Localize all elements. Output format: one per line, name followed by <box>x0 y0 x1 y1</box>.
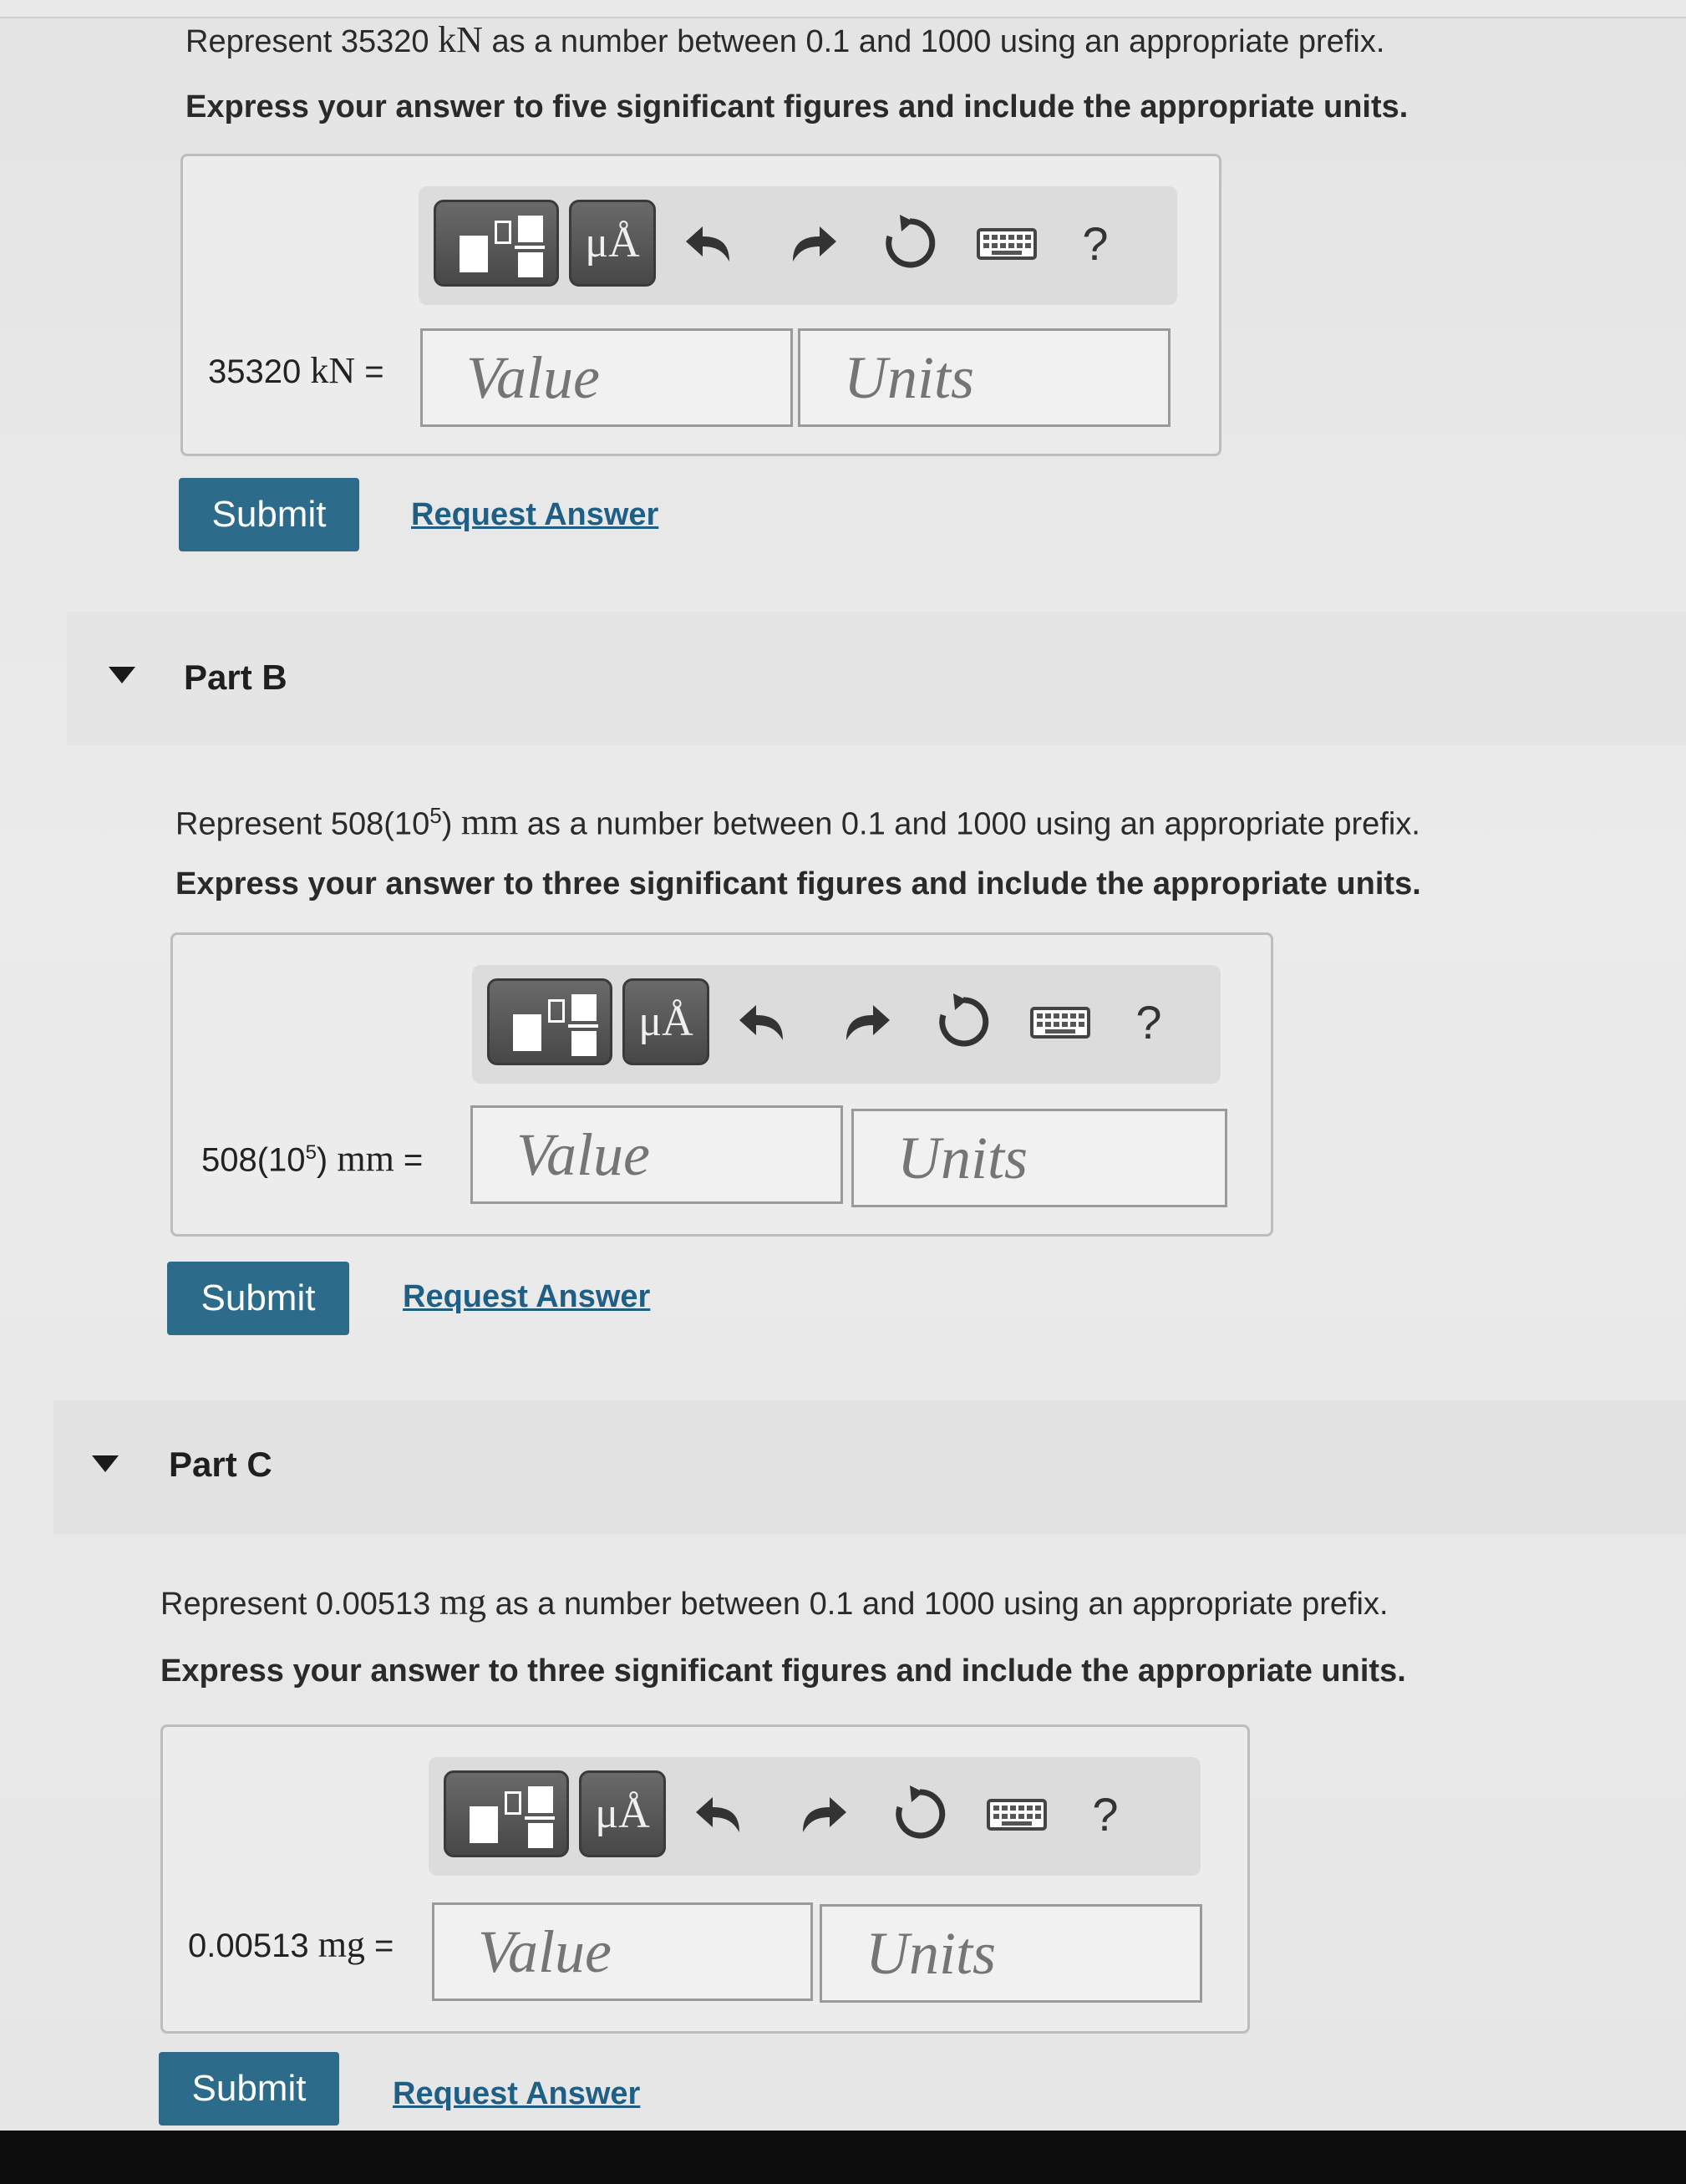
template-button[interactable] <box>434 200 559 287</box>
redo-button[interactable] <box>831 988 898 1055</box>
request-answer-link[interactable]: Request Answer <box>411 496 658 533</box>
help-icon[interactable]: ? <box>1124 985 1174 1060</box>
redo-button[interactable] <box>778 210 845 277</box>
reset-button[interactable] <box>930 988 997 1055</box>
equation-toolbar: μÅ ? <box>472 965 1221 1084</box>
value-input[interactable] <box>470 1105 843 1204</box>
question-text: Represent 508(105) mm as a number betwee… <box>175 801 1420 843</box>
answer-box: μÅ ? 508(105) mm = <box>170 932 1273 1237</box>
request-answer-link[interactable]: Request Answer <box>403 1278 650 1315</box>
undo-button[interactable] <box>731 988 798 1055</box>
redo-button[interactable] <box>788 1780 855 1847</box>
reset-icon <box>896 1785 946 1839</box>
keyboard-button[interactable] <box>1027 988 1094 1055</box>
reset-icon <box>939 993 989 1047</box>
part-c-header[interactable]: Part C <box>53 1400 1686 1534</box>
units-button[interactable]: μÅ <box>622 978 709 1065</box>
question-instruction: Express your answer to three significant… <box>175 866 1421 902</box>
redo-icon <box>803 1797 846 1832</box>
units-input[interactable] <box>820 1904 1202 2003</box>
top-rule <box>0 0 1686 18</box>
units-icon: μÅ <box>595 1790 650 1837</box>
keyboard-icon <box>977 228 1037 260</box>
template-button[interactable] <box>444 1770 569 1857</box>
equation-label: 35320 kN = <box>208 350 384 391</box>
template-button[interactable] <box>487 978 612 1065</box>
undo-button[interactable] <box>688 1780 754 1847</box>
redo-icon <box>793 226 836 262</box>
undo-icon <box>739 1005 783 1040</box>
keyboard-button[interactable] <box>983 1780 1050 1847</box>
help-icon[interactable]: ? <box>1070 206 1120 282</box>
reset-icon <box>886 215 936 268</box>
part-title: Part C <box>169 1445 272 1484</box>
caret-down-icon <box>92 1455 119 1472</box>
part-b-header[interactable]: Part B <box>67 612 1686 745</box>
screen-bezel <box>0 2131 1686 2184</box>
units-button[interactable]: μÅ <box>569 200 656 287</box>
question-instruction: Express your answer to five significant … <box>185 89 1409 124</box>
question-instruction: Express your answer to three significant… <box>160 1653 1406 1689</box>
help-icon[interactable]: ? <box>1080 1777 1130 1852</box>
value-input[interactable] <box>432 1902 813 2001</box>
equation-label: 508(105) mm = <box>201 1138 424 1180</box>
question-text: Represent 0.00513 mg as a number between… <box>160 1582 1389 1623</box>
submit-button[interactable]: Submit <box>159 2052 339 2126</box>
value-input[interactable] <box>420 328 793 427</box>
submit-button[interactable]: Submit <box>179 478 359 551</box>
keyboard-button[interactable] <box>973 210 1040 277</box>
units-icon: μÅ <box>638 998 693 1045</box>
question-text: Represent 35320 kN as a number between 0… <box>185 19 1385 60</box>
undo-button[interactable] <box>678 210 744 277</box>
part-title: Part B <box>184 658 287 697</box>
submit-button[interactable]: Submit <box>167 1262 349 1335</box>
undo-icon <box>696 1797 739 1832</box>
equation-label: 0.00513 mg = <box>188 1924 394 1965</box>
equation-toolbar: μÅ ? <box>429 1757 1201 1876</box>
answer-box: μÅ ? 0.00513 mg = <box>160 1724 1250 2034</box>
caret-down-icon <box>109 667 135 683</box>
answer-box: μÅ ? 35320 kN = <box>180 154 1221 456</box>
reset-button[interactable] <box>876 210 943 277</box>
keyboard-icon <box>987 1799 1047 1831</box>
request-answer-link[interactable]: Request Answer <box>393 2075 640 2112</box>
reset-button[interactable] <box>886 1780 953 1847</box>
keyboard-icon <box>1030 1007 1090 1039</box>
undo-icon <box>686 226 729 262</box>
units-input[interactable] <box>798 328 1171 427</box>
redo-icon <box>846 1005 890 1040</box>
units-button[interactable]: μÅ <box>579 1770 666 1857</box>
equation-toolbar: μÅ ? <box>419 186 1177 305</box>
units-icon: μÅ <box>585 219 640 267</box>
units-input[interactable] <box>851 1109 1227 1207</box>
